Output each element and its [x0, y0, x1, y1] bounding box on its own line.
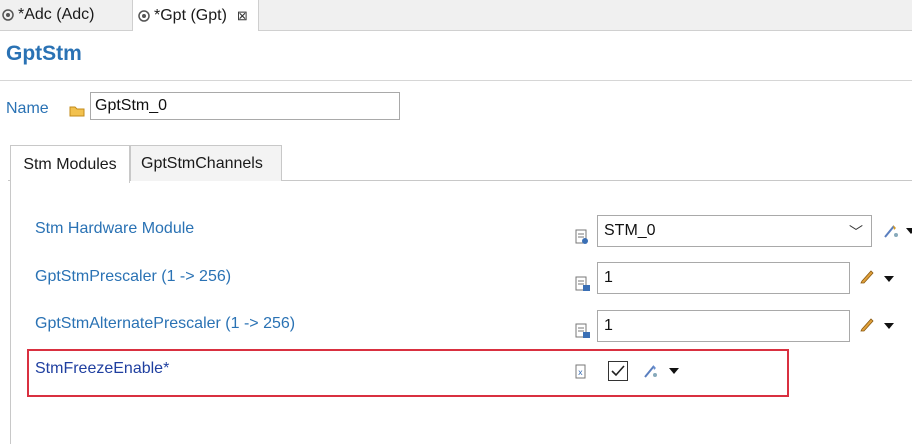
alternate-prescaler-field[interactable] — [597, 310, 850, 342]
editor-tab-bar: *Adc (Adc) *Gpt (Gpt) ⊠ — [0, 0, 912, 31]
page-title: GptStm — [6, 42, 82, 65]
stm-hardware-module-label: Stm Hardware Module — [35, 220, 195, 237]
close-icon[interactable]: ⊠ — [237, 8, 248, 24]
chevron-down-icon: ﹀ — [849, 224, 863, 240]
pencil-icon[interactable] — [859, 268, 875, 289]
prescaler-field[interactable] — [597, 262, 850, 294]
name-input[interactable] — [90, 92, 400, 120]
pencil-icon[interactable] — [859, 316, 875, 337]
freeze-enable-checkbox[interactable] — [608, 361, 628, 381]
svg-text:x: x — [578, 368, 583, 377]
module-tabs: Stm Modules GptStmChannels — [8, 145, 912, 444]
checkmark-icon — [611, 365, 625, 377]
freeze-enable-label: StmFreezeEnable* — [35, 360, 170, 377]
reference-param-icon — [575, 229, 589, 250]
prescaler-label: GptStmPrescaler (1 -> 256) — [35, 268, 232, 285]
integer-param-icon — [575, 323, 591, 344]
dropdown-arrow-icon[interactable] — [906, 228, 912, 234]
editor-tab-gpt[interactable]: *Gpt (Gpt) ⊠ — [132, 0, 259, 31]
config-file-icon — [138, 9, 150, 22]
dropdown-arrow-icon[interactable] — [669, 368, 679, 374]
tab-stm-modules[interactable]: Stm Modules — [10, 145, 130, 183]
alternate-prescaler-label: GptStmAlternatePrescaler (1 -> 256) — [35, 315, 296, 332]
editor-tab-label: *Gpt (Gpt) — [154, 6, 227, 24]
config-file-icon — [2, 9, 14, 21]
dropdown-arrow-icon[interactable] — [884, 276, 894, 282]
wand-icon[interactable] — [642, 362, 660, 385]
boolean-param-icon: x — [575, 364, 587, 385]
title-divider — [0, 80, 912, 81]
select-value: STM_0 — [604, 222, 656, 239]
tab-gptstm-channels[interactable]: GptStmChannels — [130, 145, 282, 181]
integer-param-icon — [575, 276, 591, 297]
dropdown-arrow-icon[interactable] — [884, 323, 894, 329]
wand-icon[interactable] — [882, 222, 900, 245]
folder-icon — [69, 104, 85, 122]
editor-tab-adc[interactable]: *Adc (Adc) — [2, 0, 94, 30]
stm-hardware-module-select[interactable]: STM_0 ﹀ — [597, 215, 872, 247]
name-label: Name — [6, 100, 49, 117]
editor-tab-label: *Adc (Adc) — [18, 6, 95, 23]
